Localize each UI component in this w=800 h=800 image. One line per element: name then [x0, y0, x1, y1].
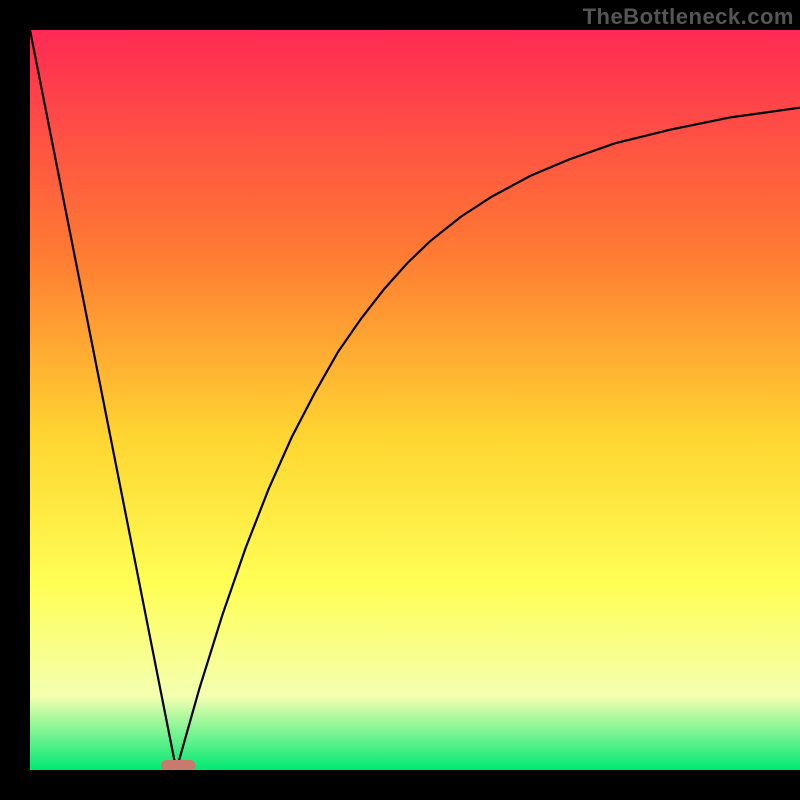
watermark-text: TheBottleneck.com: [583, 4, 794, 30]
gradient-background: [30, 30, 800, 770]
chart-frame: TheBottleneck.com: [0, 0, 800, 800]
optimal-marker: [161, 760, 196, 770]
plot-area: [30, 30, 800, 770]
chart-svg: [30, 30, 800, 770]
